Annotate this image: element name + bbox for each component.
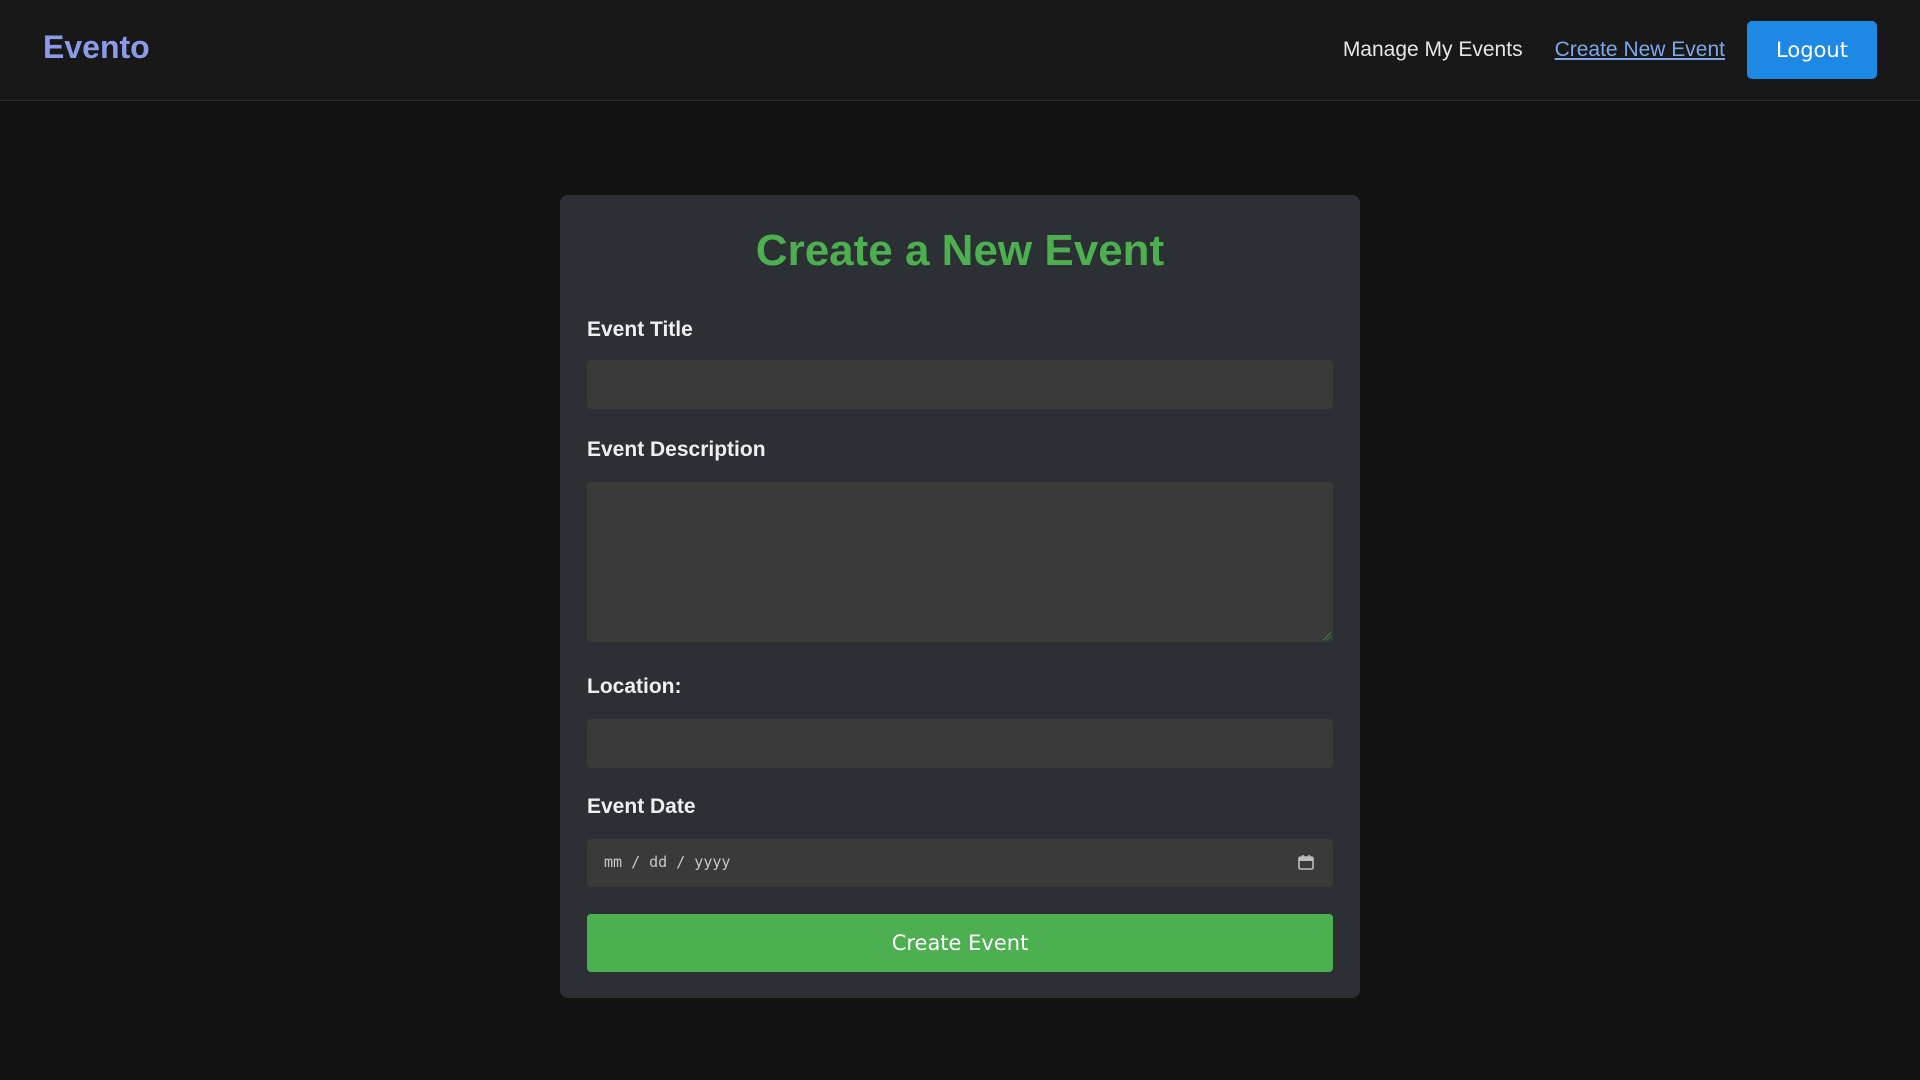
- date-placeholder: mm / dd / yyyy: [604, 853, 731, 871]
- navbar: Evento Manage My Events Create New Event…: [0, 0, 1920, 101]
- nav-link-manage-events[interactable]: Manage My Events: [1343, 37, 1523, 63]
- event-date-input[interactable]: mm / dd / yyyy: [587, 839, 1333, 887]
- event-title-label: Event Title: [587, 318, 693, 341]
- brand-logo[interactable]: Evento: [43, 27, 150, 67]
- event-description-textarea[interactable]: [587, 482, 1333, 642]
- resize-handle-icon[interactable]: [1323, 632, 1331, 640]
- location-label: Location:: [587, 675, 682, 698]
- create-event-card: Create a New Event Event Title Event Des…: [560, 195, 1360, 998]
- nav-link-create-event[interactable]: Create New Event: [1555, 37, 1725, 63]
- create-event-button[interactable]: Create Event: [587, 914, 1333, 972]
- event-date-label: Event Date: [587, 795, 696, 818]
- logout-button[interactable]: Logout: [1747, 21, 1877, 79]
- calendar-icon[interactable]: [1297, 853, 1315, 871]
- nav-links: Manage My Events Create New Event Logout: [1343, 21, 1877, 79]
- location-input[interactable]: [587, 719, 1333, 768]
- event-title-input[interactable]: [587, 360, 1333, 409]
- event-description-label: Event Description: [587, 438, 766, 461]
- page-title: Create a New Event: [755, 226, 1165, 275]
